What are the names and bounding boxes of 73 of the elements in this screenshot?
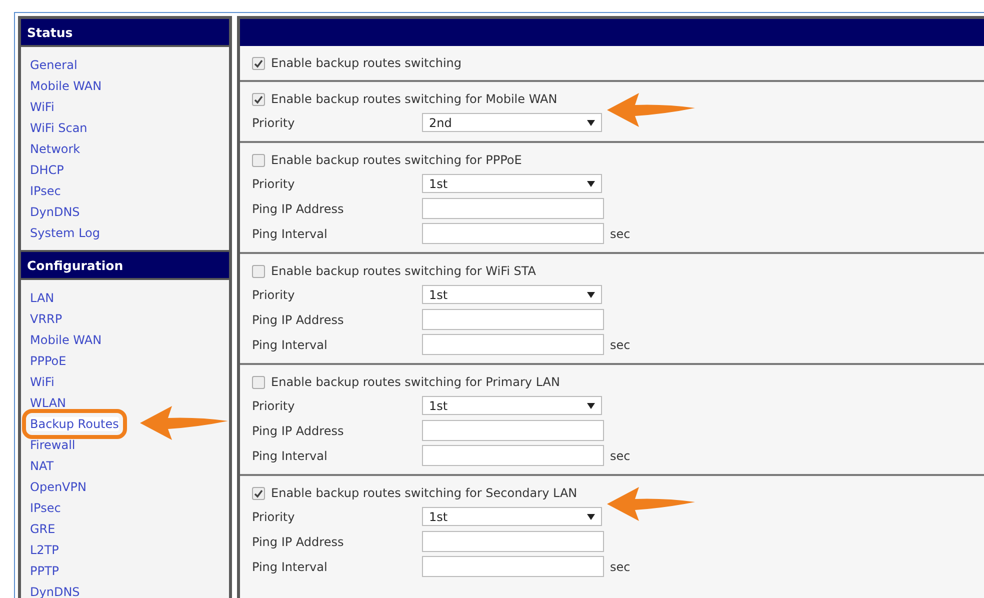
unit-label: sec [610, 338, 630, 352]
sidebar-link[interactable]: WiFi [30, 374, 54, 388]
sidebar-link[interactable]: LAN [30, 290, 54, 304]
dropdown-caret-icon [587, 120, 595, 126]
sidebar-link[interactable]: GRE [30, 522, 56, 536]
sidebar-link[interactable]: IPsec [30, 184, 61, 198]
field-label: Ping Interval [252, 448, 328, 462]
unit-label: sec [610, 226, 630, 240]
checkbox[interactable] [252, 376, 265, 388]
sidebar-heading: Configuration [21, 252, 229, 280]
sidebar-link[interactable]: IPsec [30, 500, 61, 514]
sidebar-link[interactable]: PPPoE [30, 354, 66, 368]
sidebar-link[interactable]: Backup Routes [30, 416, 119, 430]
input-field[interactable] [422, 445, 604, 466]
field-label: Ping Interval [252, 338, 328, 352]
priority-dropdown[interactable]: 2nd [422, 113, 602, 132]
checkbox[interactable] [252, 264, 265, 278]
sidebar-link[interactable]: General [30, 58, 78, 72]
unit-label: sec [610, 448, 630, 462]
priority-dropdown[interactable]: 1st [422, 396, 602, 415]
field-label: Priority [252, 288, 296, 302]
priority-dropdown[interactable]: 1st [422, 507, 602, 526]
sidebar-heading: Status [21, 19, 229, 47]
sidebar-link[interactable]: System Log [30, 226, 100, 240]
sidebar-link[interactable]: Mobile WAN [30, 332, 102, 346]
field-label: Ping IP Address [252, 424, 345, 438]
input-field[interactable] [422, 198, 604, 219]
checkbox-label: Enable backup routes switching for Primary LAN [271, 375, 560, 389]
dropdown-caret-icon [587, 292, 595, 298]
sidebar-link[interactable]: PPTP [30, 564, 60, 578]
sidebar-link[interactable]: WiFi Scan [30, 120, 88, 134]
field-label: Ping IP Address [252, 202, 345, 216]
field-label: Ping Interval [252, 560, 328, 574]
field-label: Ping IP Address [252, 312, 345, 326]
sidebar-link[interactable]: NAT [30, 458, 54, 472]
dropdown-caret-icon [587, 514, 595, 520]
sidebar-link[interactable]: DynDNS [30, 204, 80, 218]
sidebar-link[interactable]: L2TP [30, 542, 59, 556]
checkbox[interactable] [252, 486, 265, 500]
dropdown-caret-icon [587, 180, 595, 186]
sidebar-link[interactable]: Network [30, 142, 80, 156]
input-field[interactable] [422, 531, 604, 552]
checkbox-label: Enable backup routes switching for PPPoE [271, 153, 522, 167]
sidebar-link[interactable]: Firewall [30, 438, 76, 452]
input-field[interactable] [422, 309, 604, 330]
field-label: Ping Interval [252, 226, 328, 240]
field-label: Ping IP Address [252, 534, 345, 548]
field-label: Priority [252, 176, 296, 190]
field-label: Priority [252, 116, 296, 130]
input-field[interactable] [422, 556, 604, 577]
checkbox-label: Enable backup routes switching for Secondary LAN [271, 486, 578, 500]
checkbox-label: Enable backup routes switching [271, 56, 462, 70]
sidebar-link[interactable]: WLAN [30, 396, 66, 410]
sidebar-link[interactable]: Mobile WAN [30, 78, 102, 92]
sidebar-link[interactable]: WiFi [30, 100, 54, 114]
unit-label: sec [610, 560, 630, 574]
checkbox-label: Enable backup routes switching for Mobile WAN [271, 92, 558, 106]
priority-dropdown[interactable]: 1st [422, 285, 602, 304]
dropdown-caret-icon [587, 402, 595, 408]
sidebar-link[interactable]: VRRP [30, 312, 62, 326]
checkbox-label: Enable backup routes switching for WiFi STA [271, 264, 536, 278]
checkbox[interactable] [252, 154, 265, 166]
sidebar-link[interactable]: DHCP [30, 162, 64, 176]
input-field[interactable] [422, 420, 604, 441]
checkbox[interactable] [252, 92, 265, 106]
sidebar-link[interactable]: DynDNS [30, 584, 80, 598]
field-label: Priority [252, 398, 296, 412]
field-label: Priority [252, 510, 296, 524]
sidebar-link[interactable]: OpenVPN [30, 480, 86, 494]
input-field[interactable] [422, 334, 604, 355]
priority-dropdown[interactable]: 1st [422, 174, 602, 193]
input-field[interactable] [422, 223, 604, 244]
checkbox[interactable] [252, 56, 265, 70]
